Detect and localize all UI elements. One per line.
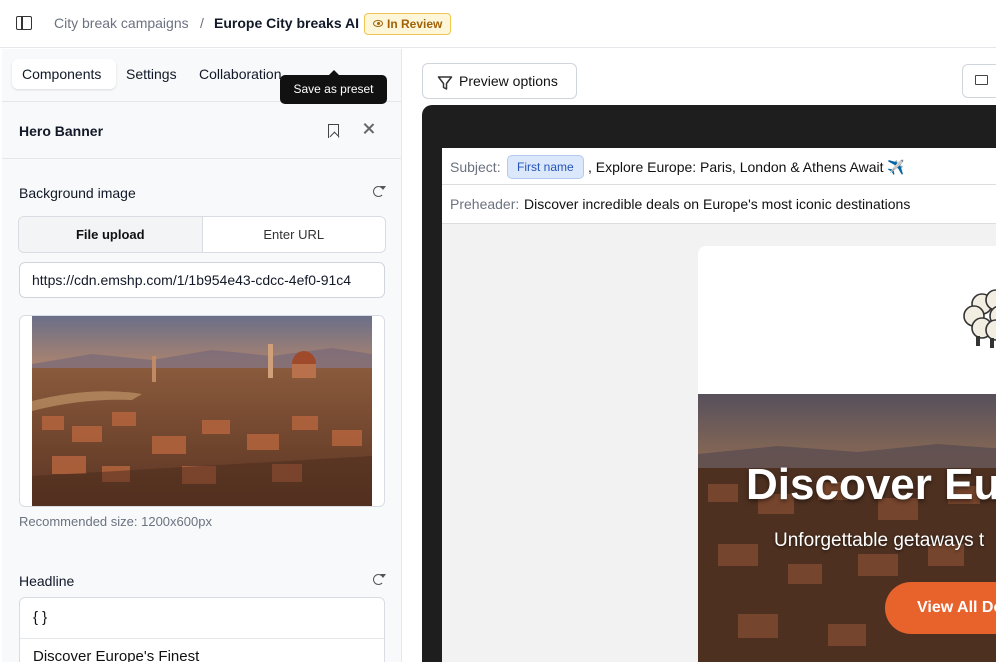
dynamic-content-icon[interactable]: { } [33, 609, 47, 626]
preheader-label: Preheader: [450, 196, 520, 212]
sheep-mascot-icon [963, 289, 996, 348]
component-header: Hero Banner [2, 101, 401, 159]
image-source-toggle: File upload Enter URL [18, 216, 386, 253]
close-icon[interactable] [362, 122, 376, 136]
email-body: Discover Eur Unforgettable getaways t Vi… [442, 224, 996, 662]
panel-tabs: Components Settings Collaboration [12, 59, 292, 91]
background-image-label: Background image [19, 185, 136, 201]
refresh-icon[interactable] [373, 186, 386, 197]
breadcrumb-parent-link[interactable]: City break campaigns [54, 15, 189, 31]
filter-icon [437, 75, 453, 90]
hero-banner[interactable]: Discover Eur Unforgettable getaways t Vi… [698, 394, 996, 662]
subject-label: Subject: [450, 159, 501, 175]
headline-refresh-icon[interactable] [373, 574, 386, 585]
save-as-preset-tooltip: Save as preset [280, 70, 387, 104]
headline-value[interactable]: Discover Europe's Finest [33, 648, 199, 662]
background-image-preview [19, 315, 385, 507]
bookmark-icon[interactable] [328, 124, 339, 138]
breadcrumb-current: Europe City breaks AI [214, 15, 359, 31]
headline-editor[interactable]: { } Discover Europe's Finest [19, 597, 385, 662]
sidebar-toggle-icon[interactable] [16, 16, 32, 30]
subject-text: , Explore Europe: Paris, London & Athens… [588, 159, 905, 175]
file-upload-option[interactable]: File upload [19, 217, 203, 252]
component-title: Hero Banner [19, 123, 104, 139]
preheader-text: Discover incredible deals on Europe's mo… [524, 196, 911, 212]
hero-subtitle: Unforgettable getaways t [774, 530, 985, 551]
hero-title: Discover Eur [746, 460, 996, 509]
enter-url-option[interactable]: Enter URL [203, 217, 386, 252]
preview-options-button[interactable]: Preview options [422, 63, 577, 99]
image-size-hint: Recommended size: 1200x600px [19, 514, 212, 529]
top-bar: City break campaigns / Europe City break… [0, 0, 996, 48]
email-card: Discover Eur Unforgettable getaways t Vi… [698, 246, 996, 662]
email-meta: Subject: First name , Explore Europe: Pa… [442, 148, 996, 224]
florence-cityscape-image [32, 316, 372, 506]
preview-options-label: Preview options [459, 73, 558, 89]
tab-collaboration[interactable]: Collaboration [189, 59, 292, 89]
view-all-deals-button[interactable]: View All De [885, 582, 996, 634]
tab-settings[interactable]: Settings [116, 59, 187, 89]
divider [20, 638, 384, 639]
image-url-input[interactable] [19, 262, 385, 298]
status-badge-label: In Review [387, 17, 443, 31]
eye-icon [373, 20, 383, 27]
status-badge: In Review [364, 13, 452, 35]
desktop-view-button[interactable] [962, 64, 996, 98]
headline-label: Headline [19, 573, 75, 589]
email-preview-frame: Subject: First name , Explore Europe: Pa… [422, 105, 996, 662]
tab-components[interactable]: Components [12, 59, 116, 89]
first-name-token[interactable]: First name [507, 155, 584, 179]
breadcrumb-separator: / [200, 15, 204, 31]
subject-row: Subject: First name , Explore Europe: Pa… [442, 148, 996, 185]
component-editor-panel: Components Settings Collaboration Hero B… [2, 49, 402, 662]
